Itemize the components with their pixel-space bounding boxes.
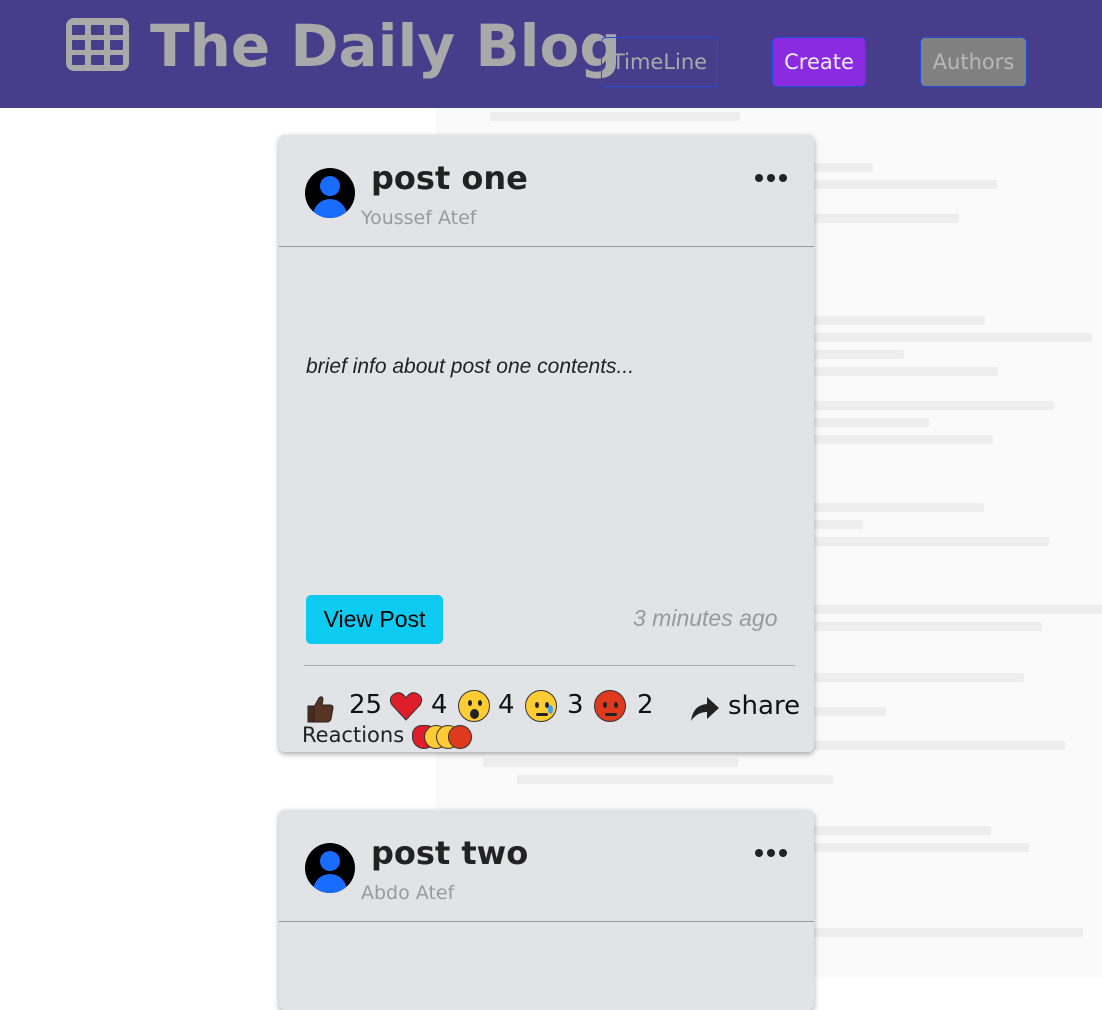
reactions-summary-icons[interactable] (412, 725, 482, 751)
wow-count: 4 (498, 690, 515, 720)
grid-cell (72, 55, 85, 65)
code-line (517, 775, 833, 784)
create-button[interactable]: Create (772, 37, 866, 87)
grid-cell (91, 55, 104, 65)
post-time: 3 minutes ago (633, 605, 778, 631)
sad-face-icon[interactable] (525, 690, 557, 722)
grid-cell (72, 25, 85, 35)
post-title: post one (371, 159, 528, 197)
code-line (483, 758, 738, 767)
angry-face-icon (448, 725, 472, 749)
more-options-icon[interactable] (755, 848, 787, 858)
post-title: post two (371, 834, 529, 872)
avatar (305, 168, 355, 218)
more-options-icon[interactable] (755, 173, 787, 183)
post-author: Abdo Atef (361, 882, 455, 904)
grid-cell (110, 55, 123, 65)
post-card: post two Abdo Atef (279, 810, 814, 1010)
grid-cell (110, 25, 123, 35)
grid-cell (91, 25, 104, 35)
grid-table-icon (66, 18, 129, 71)
user-icon (320, 851, 340, 871)
header-divider (279, 246, 814, 247)
view-post-button[interactable]: View Post (306, 595, 443, 644)
site-title: The Daily Blog (150, 12, 621, 80)
angry-count: 2 (637, 690, 654, 720)
grid-cell (110, 40, 123, 50)
code-line (490, 112, 740, 121)
post-card: post one Youssef Atef brief info about p… (279, 135, 814, 752)
love-count: 4 (431, 690, 448, 720)
reactions-label: Reactions (302, 723, 405, 747)
user-icon (320, 176, 340, 196)
navbar: The Daily Blog TimeLine Create Authors (0, 0, 1102, 108)
footer-divider (304, 665, 795, 666)
thumbs-up-icon[interactable] (301, 690, 334, 723)
heart-icon[interactable] (389, 690, 423, 722)
authors-button[interactable]: Authors (920, 37, 1027, 87)
grid-cell (91, 40, 104, 50)
wow-face-icon[interactable] (458, 690, 490, 722)
sad-count: 3 (567, 690, 584, 720)
header-divider (279, 921, 814, 922)
post-author: Youssef Atef (361, 207, 477, 229)
share-label: share (728, 691, 801, 721)
timeline-button[interactable]: TimeLine (601, 37, 718, 87)
grid-cell (72, 40, 85, 50)
share-icon (691, 697, 719, 721)
avatar (305, 843, 355, 893)
angry-face-icon[interactable] (594, 690, 626, 722)
post-brief: brief info about post one contents... (306, 355, 635, 378)
like-count: 25 (349, 690, 383, 720)
